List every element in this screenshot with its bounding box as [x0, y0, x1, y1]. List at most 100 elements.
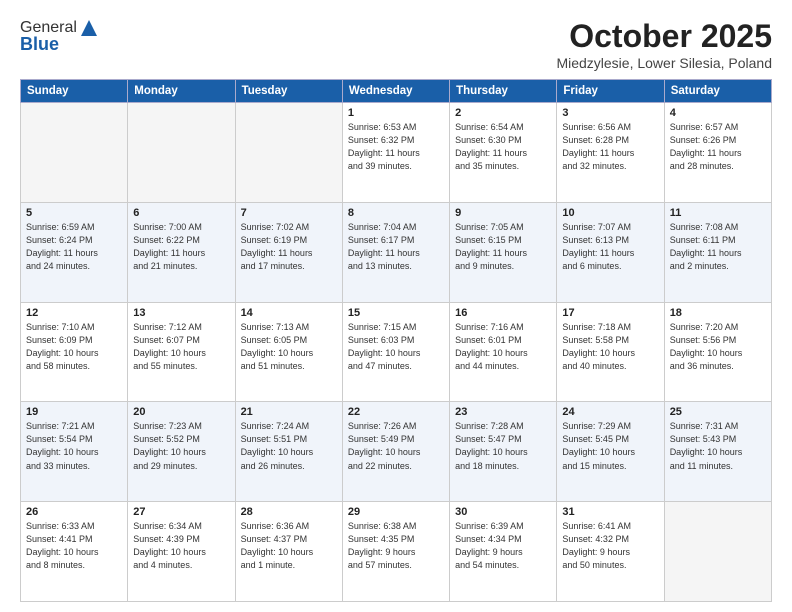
calendar-cell: 8 Sunrise: 7:04 AM Sunset: 6:17 PM Daylig… [342, 202, 449, 302]
day-number: 16 [455, 307, 551, 319]
day-info: Sunrise: 7:15 AM Sunset: 6:03 PM Dayligh… [348, 321, 444, 373]
day-info: Sunrise: 7:31 AM Sunset: 5:43 PM Dayligh… [670, 420, 766, 472]
calendar-cell: 17Sunrise: 7:18 AM Sunset: 5:58 PM Dayli… [557, 302, 664, 402]
day-info: Sunrise: 7:29 AM Sunset: 5:45 PM Dayligh… [562, 420, 658, 472]
calendar-cell [235, 103, 342, 203]
day-info: Sunrise: 7:18 AM Sunset: 5:58 PM Dayligh… [562, 321, 658, 373]
logo-icon [79, 18, 99, 38]
day-number: 11 [670, 207, 766, 219]
calendar-cell: 31 Sunrise: 6:41 AM Sunset: 4:32 PM Dayli… [557, 502, 664, 602]
day-number: 18 [670, 307, 766, 319]
day-info: Sunrise: 7:20 AM Sunset: 5:56 PM Dayligh… [670, 321, 766, 373]
day-info: Sunrise: 7:13 AM Sunset: 6:05 PM Dayligh… [241, 321, 337, 373]
month-title: October 2025 [556, 18, 772, 55]
day-info: Sunrise: 7:02 AM Sunset: 6:19 PM Dayligh… [241, 221, 337, 273]
calendar-week-row: 5 Sunrise: 6:59 AM Sunset: 6:24 PM Daylig… [21, 202, 772, 302]
calendar-cell [21, 103, 128, 203]
day-number: 20 [133, 406, 229, 418]
day-info: Sunrise: 6:39 AM Sunset: 4:34 PM Dayligh… [455, 520, 551, 572]
day-number: 6 [133, 207, 229, 219]
day-number: 3 [562, 107, 658, 119]
weekday-header-row: SundayMondayTuesdayWednesdayThursdayFrid… [21, 80, 772, 103]
calendar-cell: 9 Sunrise: 7:05 AM Sunset: 6:15 PM Daylig… [450, 202, 557, 302]
calendar-cell: 22 Sunrise: 7:26 AM Sunset: 5:49 PM Dayli… [342, 402, 449, 502]
day-number: 28 [241, 506, 337, 518]
day-info: Sunrise: 6:41 AM Sunset: 4:32 PM Dayligh… [562, 520, 658, 572]
day-info: Sunrise: 6:54 AM Sunset: 6:30 PM Dayligh… [455, 121, 551, 173]
calendar-cell: 20 Sunrise: 7:23 AM Sunset: 5:52 PM Dayli… [128, 402, 235, 502]
day-info: Sunrise: 6:34 AM Sunset: 4:39 PM Dayligh… [133, 520, 229, 572]
day-info: Sunrise: 7:28 AM Sunset: 5:47 PM Dayligh… [455, 420, 551, 472]
day-number: 9 [455, 207, 551, 219]
calendar-cell: 27Sunrise: 6:34 AM Sunset: 4:39 PM Dayli… [128, 502, 235, 602]
calendar-week-row: 12 Sunrise: 7:10 AM Sunset: 6:09 PM Dayli… [21, 302, 772, 402]
calendar-cell: 5 Sunrise: 6:59 AM Sunset: 6:24 PM Daylig… [21, 202, 128, 302]
calendar-cell: 12 Sunrise: 7:10 AM Sunset: 6:09 PM Dayli… [21, 302, 128, 402]
day-info: Sunrise: 7:23 AM Sunset: 5:52 PM Dayligh… [133, 420, 229, 472]
day-info: Sunrise: 7:24 AM Sunset: 5:51 PM Dayligh… [241, 420, 337, 472]
calendar-cell [664, 502, 771, 602]
title-block: October 2025 Miedzylesie, Lower Silesia,… [556, 18, 772, 71]
calendar-cell: 2 Sunrise: 6:54 AM Sunset: 6:30 PM Daylig… [450, 103, 557, 203]
day-number: 10 [562, 207, 658, 219]
day-info: Sunrise: 6:56 AM Sunset: 6:28 PM Dayligh… [562, 121, 658, 173]
location: Miedzylesie, Lower Silesia, Poland [556, 55, 772, 71]
calendar-cell: 11 Sunrise: 7:08 AM Sunset: 6:11 PM Dayli… [664, 202, 771, 302]
weekday-header-monday: Monday [128, 80, 235, 103]
calendar-cell: 25 Sunrise: 7:31 AM Sunset: 5:43 PM Dayli… [664, 402, 771, 502]
calendar-cell: 18 Sunrise: 7:20 AM Sunset: 5:56 PM Dayli… [664, 302, 771, 402]
day-info: Sunrise: 7:10 AM Sunset: 6:09 PM Dayligh… [26, 321, 122, 373]
day-info: Sunrise: 7:08 AM Sunset: 6:11 PM Dayligh… [670, 221, 766, 273]
day-number: 5 [26, 207, 122, 219]
day-number: 13 [133, 307, 229, 319]
day-number: 1 [348, 107, 444, 119]
calendar-cell [128, 103, 235, 203]
day-number: 15 [348, 307, 444, 319]
logo: General Blue [20, 18, 99, 55]
day-info: Sunrise: 6:57 AM Sunset: 6:26 PM Dayligh… [670, 121, 766, 173]
day-number: 2 [455, 107, 551, 119]
day-info: Sunrise: 6:59 AM Sunset: 6:24 PM Dayligh… [26, 221, 122, 273]
calendar-cell: 26 Sunrise: 6:33 AM Sunset: 4:41 PM Dayli… [21, 502, 128, 602]
header: General Blue October 2025 Miedzylesie, L… [20, 18, 772, 71]
calendar-cell: 19Sunrise: 7:21 AM Sunset: 5:54 PM Dayli… [21, 402, 128, 502]
calendar-cell: 29 Sunrise: 6:38 AM Sunset: 4:35 PM Dayli… [342, 502, 449, 602]
calendar-table: SundayMondayTuesdayWednesdayThursdayFrid… [20, 79, 772, 602]
day-info: Sunrise: 7:07 AM Sunset: 6:13 PM Dayligh… [562, 221, 658, 273]
day-info: Sunrise: 6:33 AM Sunset: 4:41 PM Dayligh… [26, 520, 122, 572]
calendar-cell: 28Sunrise: 6:36 AM Sunset: 4:37 PM Dayli… [235, 502, 342, 602]
weekday-header-wednesday: Wednesday [342, 80, 449, 103]
calendar-week-row: 19Sunrise: 7:21 AM Sunset: 5:54 PM Dayli… [21, 402, 772, 502]
calendar-cell: 3 Sunrise: 6:56 AM Sunset: 6:28 PM Daylig… [557, 103, 664, 203]
calendar-page: General Blue October 2025 Miedzylesie, L… [0, 0, 792, 612]
day-info: Sunrise: 7:21 AM Sunset: 5:54 PM Dayligh… [26, 420, 122, 472]
calendar-cell: 10 Sunrise: 7:07 AM Sunset: 6:13 PM Dayli… [557, 202, 664, 302]
weekday-header-saturday: Saturday [664, 80, 771, 103]
weekday-header-thursday: Thursday [450, 80, 557, 103]
day-info: Sunrise: 6:53 AM Sunset: 6:32 PM Dayligh… [348, 121, 444, 173]
day-number: 31 [562, 506, 658, 518]
day-number: 8 [348, 207, 444, 219]
weekday-header-tuesday: Tuesday [235, 80, 342, 103]
day-number: 4 [670, 107, 766, 119]
day-number: 7 [241, 207, 337, 219]
calendar-cell: 1 Sunrise: 6:53 AM Sunset: 6:32 PM Daylig… [342, 103, 449, 203]
calendar-cell: 14Sunrise: 7:13 AM Sunset: 6:05 PM Dayli… [235, 302, 342, 402]
calendar-cell: 23Sunrise: 7:28 AM Sunset: 5:47 PM Dayli… [450, 402, 557, 502]
day-info: Sunrise: 7:16 AM Sunset: 6:01 PM Dayligh… [455, 321, 551, 373]
day-number: 22 [348, 406, 444, 418]
day-info: Sunrise: 6:38 AM Sunset: 4:35 PM Dayligh… [348, 520, 444, 572]
weekday-header-friday: Friday [557, 80, 664, 103]
calendar-week-row: 26 Sunrise: 6:33 AM Sunset: 4:41 PM Dayli… [21, 502, 772, 602]
calendar-cell: 7 Sunrise: 7:02 AM Sunset: 6:19 PM Daylig… [235, 202, 342, 302]
day-number: 12 [26, 307, 122, 319]
day-number: 26 [26, 506, 122, 518]
day-number: 25 [670, 406, 766, 418]
day-info: Sunrise: 7:05 AM Sunset: 6:15 PM Dayligh… [455, 221, 551, 273]
day-number: 24 [562, 406, 658, 418]
calendar-week-row: 1 Sunrise: 6:53 AM Sunset: 6:32 PM Daylig… [21, 103, 772, 203]
day-info: Sunrise: 7:26 AM Sunset: 5:49 PM Dayligh… [348, 420, 444, 472]
day-info: Sunrise: 7:04 AM Sunset: 6:17 PM Dayligh… [348, 221, 444, 273]
day-info: Sunrise: 7:12 AM Sunset: 6:07 PM Dayligh… [133, 321, 229, 373]
day-number: 29 [348, 506, 444, 518]
